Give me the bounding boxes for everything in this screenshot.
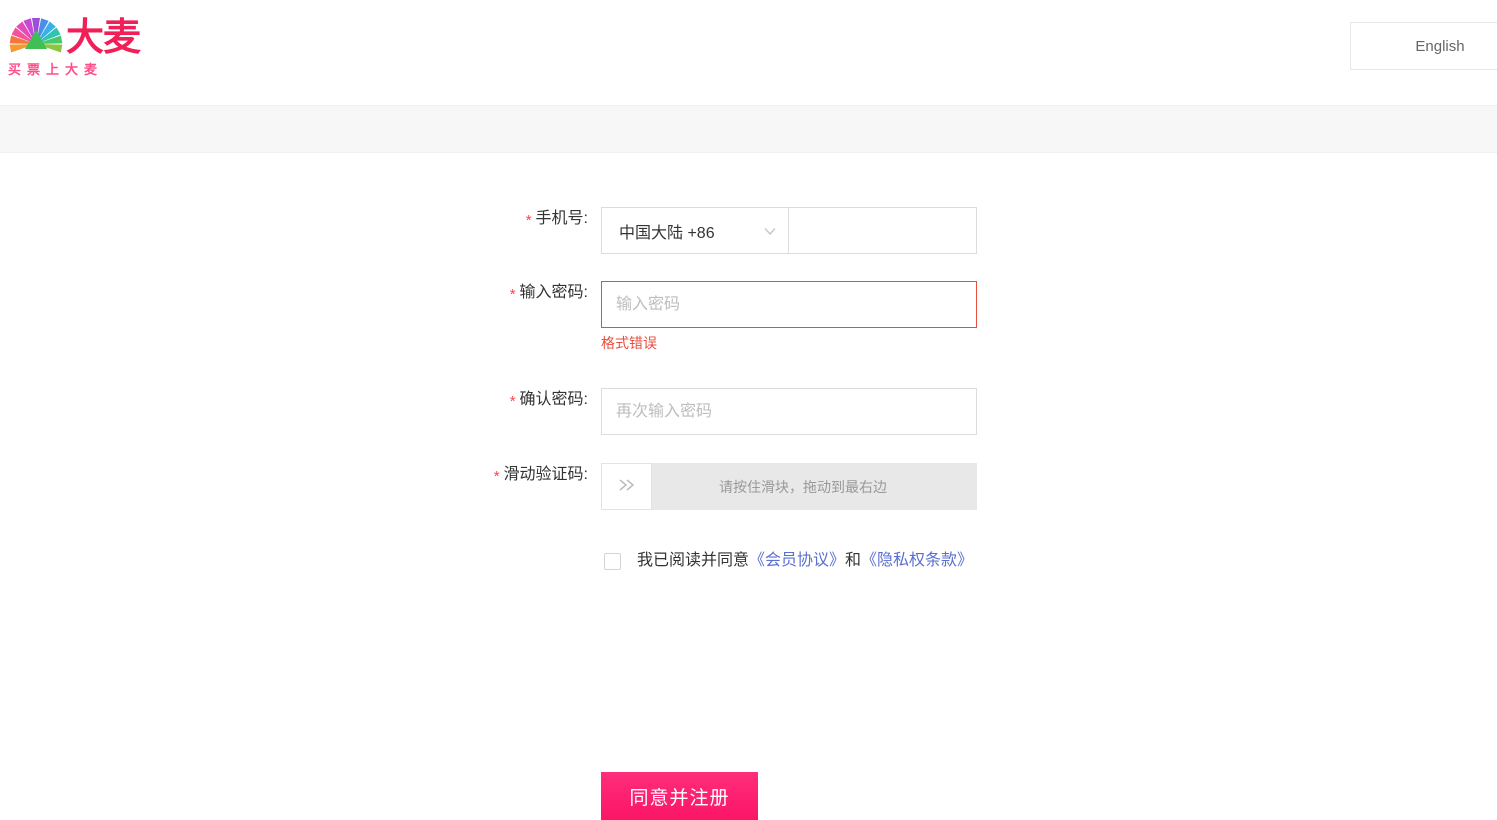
password-input[interactable] <box>602 282 976 327</box>
phone-row: * 手机号: 中国大陆 +86 <box>493 207 977 254</box>
required-asterisk: * <box>509 286 516 303</box>
password-field[interactable] <box>601 281 977 328</box>
registration-form: *手机号: 中国大陆 +86 *输入密码: 格式错误 <box>0 153 1497 820</box>
chevron-down-icon <box>762 223 778 239</box>
password-row: *输入密码: 格式错误 <box>493 281 977 352</box>
phone-number-field[interactable] <box>789 207 977 254</box>
required-asterisk: * <box>493 468 500 485</box>
captcha-label: * 滑动验证码: <box>481 463 601 487</box>
language-switch-button[interactable]: English <box>1350 22 1497 70</box>
slider-captcha-track[interactable]: 请按住滑块，拖动到最右边 <box>601 463 977 510</box>
country-code-select[interactable]: 中国大陆 +86 <box>601 207 789 254</box>
required-asterisk: * <box>525 212 532 229</box>
slider-captcha-handle[interactable] <box>601 463 652 510</box>
agreement-conjunction: 和 <box>845 552 862 569</box>
damai-fan-logo-icon <box>8 14 64 60</box>
password-error-message: 格式错误 <box>601 335 657 351</box>
captcha-row: * 滑动验证码: 请按住滑块，拖动到最右边 <box>481 463 977 510</box>
member-agreement-link[interactable]: 《会员协议》 <box>749 552 845 569</box>
confirm-password-row: * 确认密码: <box>493 388 977 435</box>
password-label: * 输入密码: <box>493 281 601 305</box>
password-label-text: 输入密码: <box>519 284 588 301</box>
password-field-group: 格式错误 <box>601 281 977 352</box>
agreement-checkbox[interactable] <box>604 553 621 570</box>
phone-label-text: 手机号: <box>535 210 588 227</box>
site-logo[interactable]: 大麦 买票上大麦 <box>8 14 148 79</box>
country-code-value: 中国大陆 +86 <box>619 224 715 242</box>
confirm-password-field-group <box>601 388 977 435</box>
phone-field-group: 中国大陆 +86 <box>601 207 977 254</box>
captcha-label-text: 滑动验证码: <box>503 466 588 483</box>
confirm-password-label-text: 确认密码: <box>519 391 588 408</box>
double-chevron-right-icon <box>616 478 638 496</box>
logo-row: 大麦 <box>8 14 141 60</box>
confirm-password-input[interactable] <box>602 389 976 434</box>
agreement-row: 我已阅读并同意《会员协议》和《隐私权条款》 <box>604 549 981 572</box>
language-switch-label: English <box>1415 37 1465 55</box>
phone-label: * 手机号: <box>493 207 601 231</box>
logo-tagline: 买票上大麦 <box>8 63 104 78</box>
slider-captcha-hint: 请按住滑块，拖动到最右边 <box>719 478 887 495</box>
submit-register-button[interactable]: 同意并注册 <box>601 772 758 820</box>
agreement-prefix: 我已阅读并同意 <box>637 552 750 569</box>
page-header: 大麦 买票上大麦 English <box>0 0 1497 105</box>
privacy-policy-link[interactable]: 《隐私权条款》 <box>861 552 973 569</box>
agreement-text: 我已阅读并同意《会员协议》和《隐私权条款》 <box>637 549 981 572</box>
phone-number-input[interactable] <box>789 208 976 253</box>
captcha-field-group: 请按住滑块，拖动到最右边 <box>601 463 977 510</box>
header-divider-band <box>0 105 1497 153</box>
logo-brand-text: 大麦 <box>66 15 141 59</box>
confirm-password-label: * 确认密码: <box>493 388 601 412</box>
confirm-password-field[interactable] <box>601 388 977 435</box>
required-asterisk: * <box>509 393 516 410</box>
